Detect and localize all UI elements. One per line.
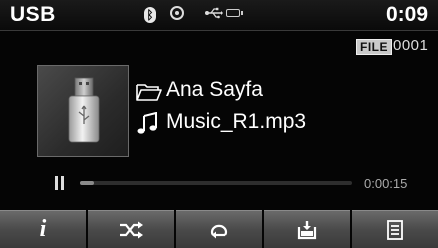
- track-name: Music_R1.mp3: [166, 110, 307, 133]
- save-icon: [297, 220, 317, 239]
- battery-icon: [226, 9, 243, 17]
- file-number: 0001: [393, 37, 429, 54]
- usb-player-screen: USB ᛒ 0:09 FILE 0001 Ana Sayfa Music_R1.…: [0, 0, 438, 248]
- clock: 0:09: [385, 3, 428, 26]
- shuffle-button[interactable]: [88, 210, 174, 248]
- save-button[interactable]: [264, 210, 350, 248]
- progress-fill: [80, 181, 94, 185]
- status-bar: USB ᛒ 0:09: [0, 0, 438, 31]
- disc-icon: [170, 6, 184, 20]
- repeat-button[interactable]: [176, 210, 262, 248]
- list-icon: [387, 219, 403, 240]
- list-button[interactable]: [352, 210, 438, 248]
- folder-name: Ana Sayfa: [166, 78, 263, 101]
- file-badge: FILE: [356, 39, 392, 55]
- control-bar: i: [0, 210, 438, 248]
- source-label: USB: [10, 3, 56, 26]
- bluetooth-icon: ᛒ: [144, 7, 156, 23]
- pause-icon[interactable]: [55, 176, 65, 190]
- repeat-icon: [210, 224, 228, 238]
- folder-icon: [136, 84, 162, 101]
- elapsed-time: 0:00:15: [364, 176, 408, 191]
- progress-bar[interactable]: [80, 181, 352, 185]
- music-note-icon: [137, 112, 157, 134]
- usb-drive-icon: [68, 77, 100, 143]
- shuffle-icon: [120, 221, 143, 238]
- info-icon: i: [39, 216, 47, 242]
- album-art: [37, 65, 129, 157]
- usb-icon: [205, 6, 223, 24]
- info-button[interactable]: i: [0, 210, 86, 248]
